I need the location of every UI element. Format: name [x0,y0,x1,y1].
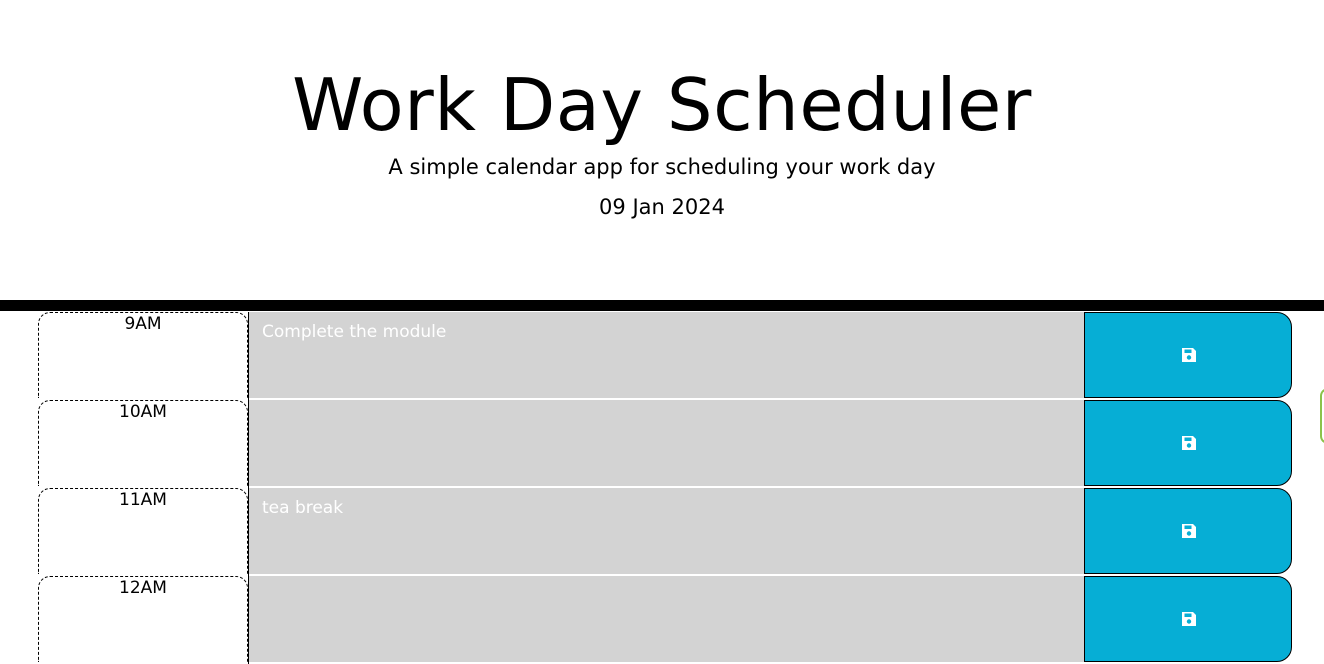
hour-label-box: 9AM [38,312,248,398]
time-block-11am: 11AM tea break [0,488,1324,576]
hour-label: 11AM [119,490,167,510]
current-day: 09 Jan 2024 [599,195,725,219]
hour-label-box: 12AM [38,576,248,662]
save-icon [1182,348,1196,362]
hour-label-box: 11AM [38,488,248,574]
side-panel-tab[interactable] [1320,388,1324,444]
description-input[interactable] [249,400,1084,486]
header-divider [0,300,1324,311]
hour-label-box: 10AM [38,400,248,486]
header: Work Day Scheduler A simple calendar app… [0,0,1324,300]
description-input[interactable] [249,576,1084,662]
hour-label: 9AM [124,314,162,334]
hour-label: 10AM [119,402,167,422]
time-block-12am: 12AM [0,576,1324,664]
page-title: Work Day Scheduler [292,63,1032,147]
save-button[interactable] [1084,312,1292,398]
time-block-9am: 9AM Complete the module [0,312,1324,400]
description-input[interactable]: Complete the module [249,312,1084,398]
hour-label: 12AM [119,578,167,598]
save-icon [1182,436,1196,450]
page-subtitle: A simple calendar app for scheduling you… [388,155,936,179]
save-button[interactable] [1084,400,1292,486]
save-icon [1182,524,1196,538]
save-icon [1182,612,1196,626]
save-button[interactable] [1084,488,1292,574]
description-input[interactable]: tea break [249,488,1084,574]
save-button[interactable] [1084,576,1292,662]
time-block-10am: 10AM [0,400,1324,488]
